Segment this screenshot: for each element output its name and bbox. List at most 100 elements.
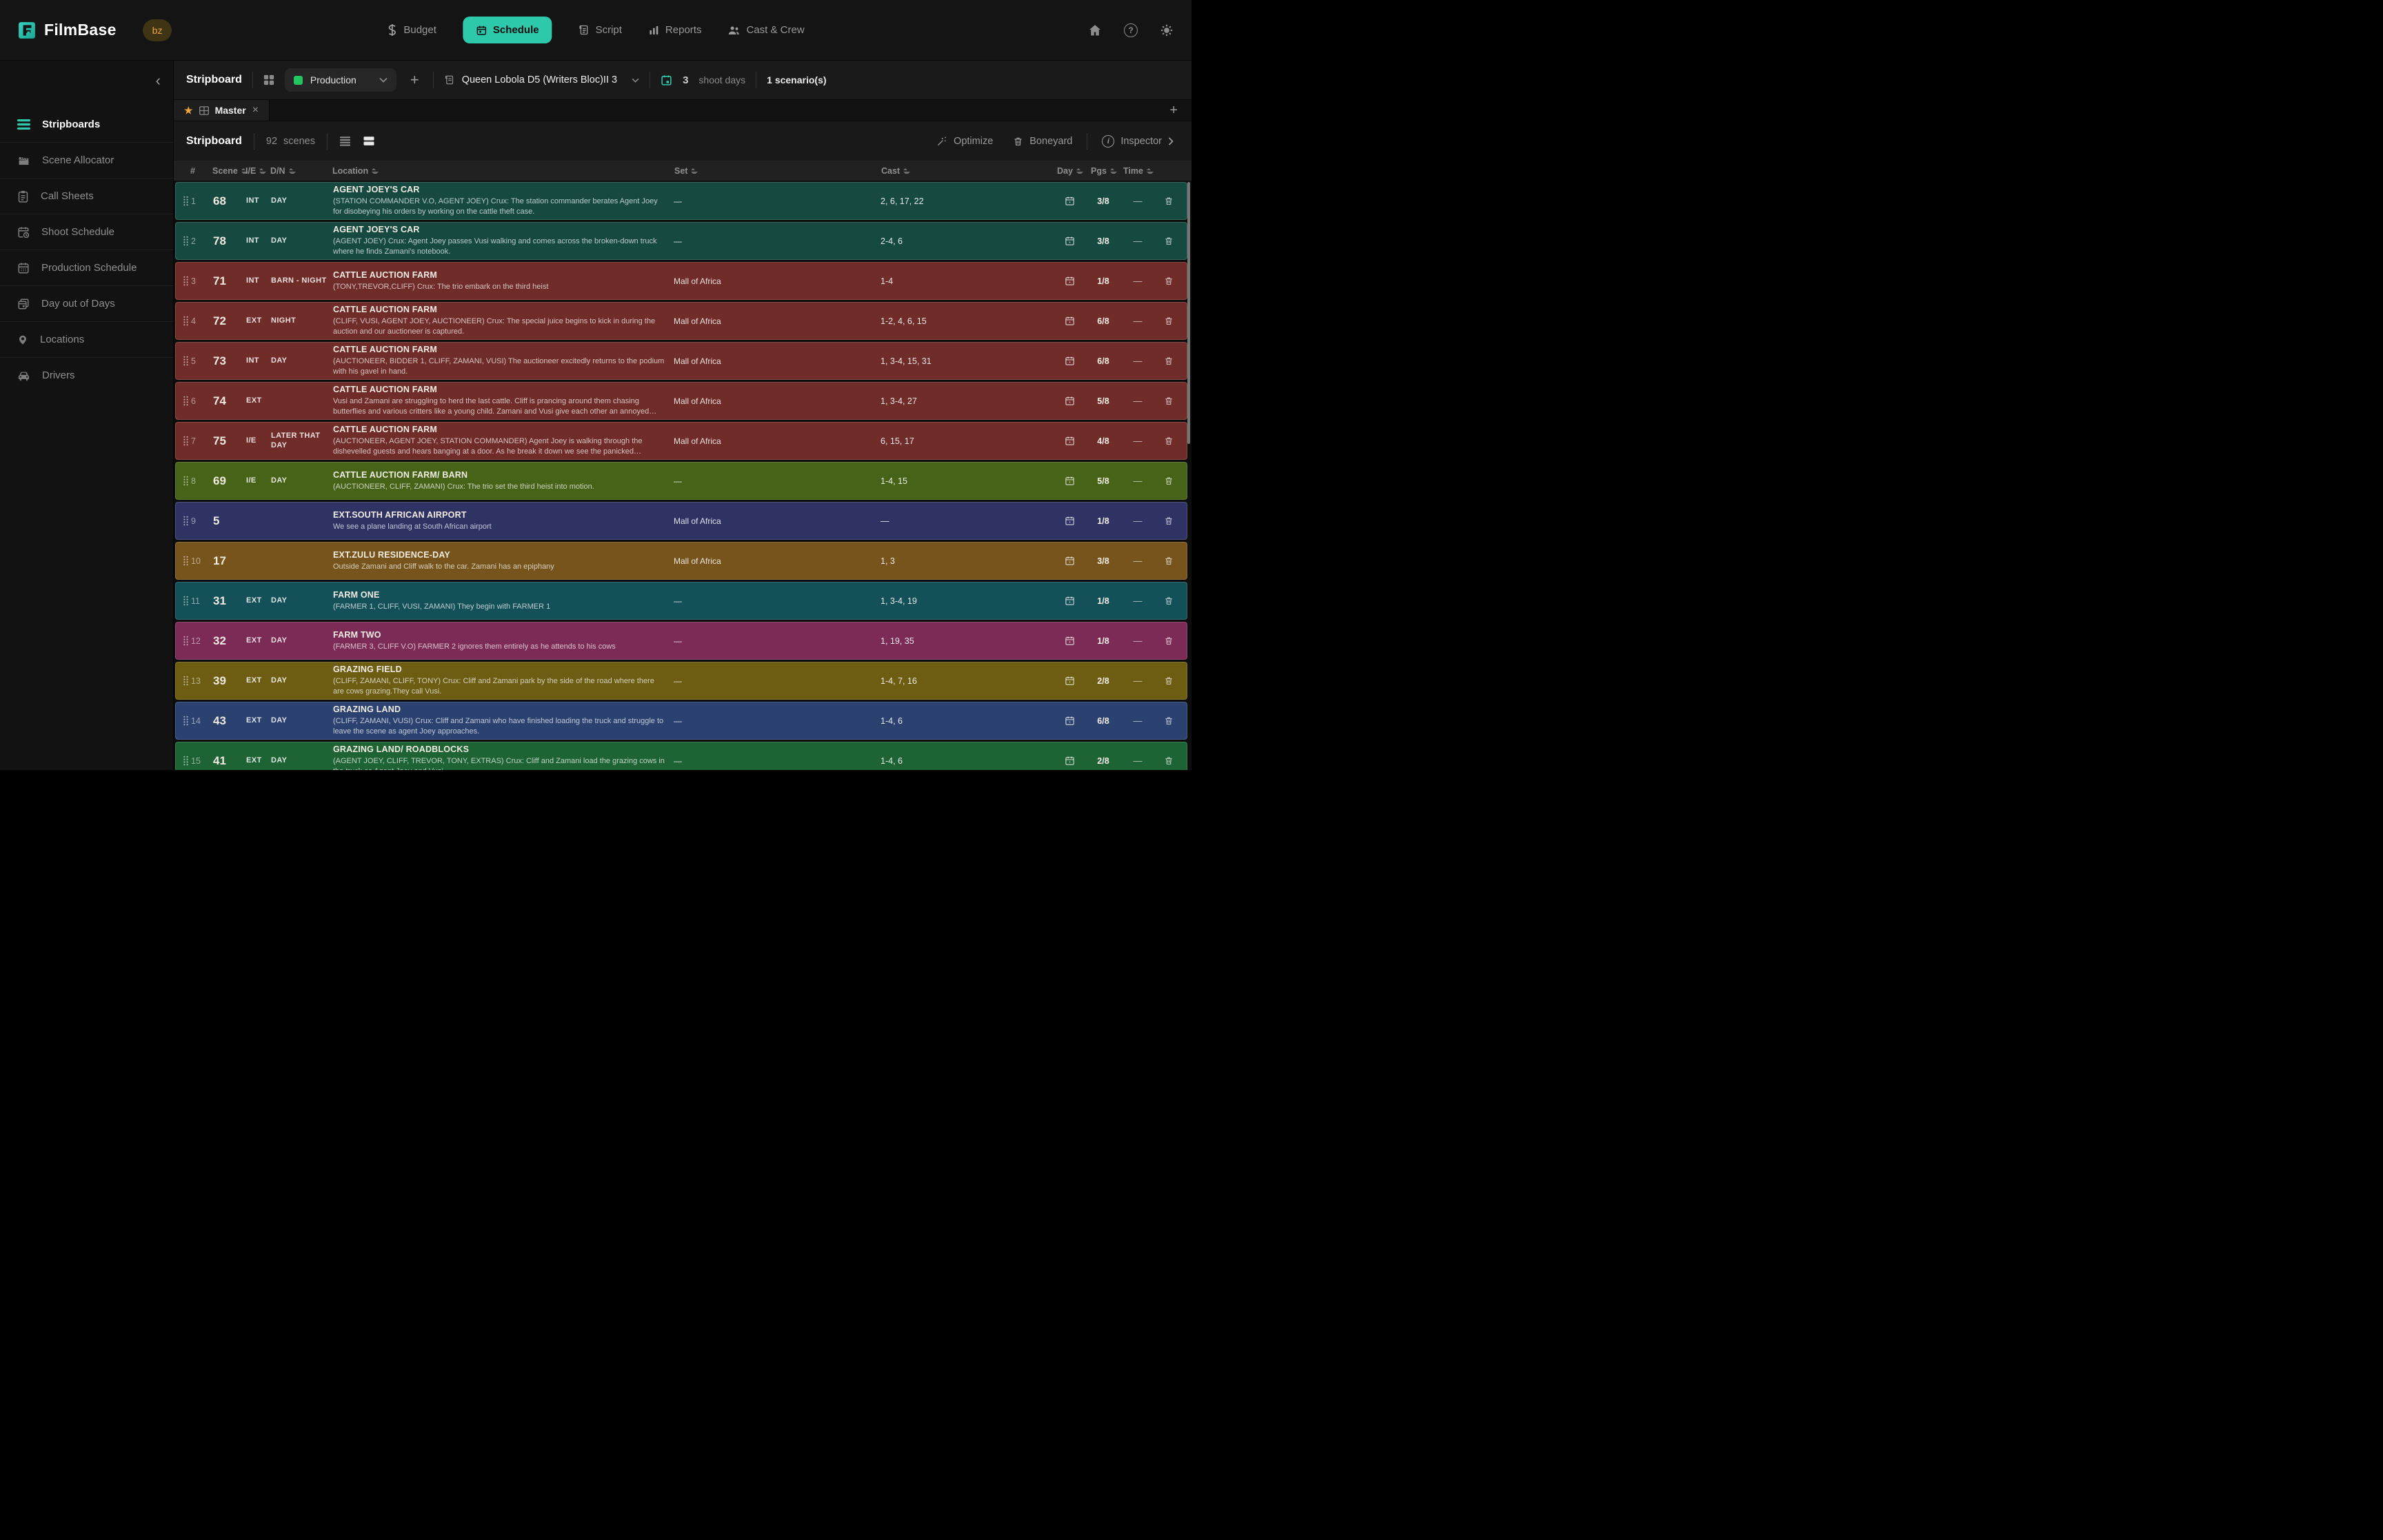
drag-handle-icon[interactable] xyxy=(180,356,191,366)
delete-scene-icon[interactable] xyxy=(1155,716,1183,726)
scenario-count[interactable]: 1 scenario(s) xyxy=(767,74,826,85)
star-icon[interactable]: ★ xyxy=(184,105,193,116)
col-header-time[interactable]: Time xyxy=(1121,166,1156,176)
assign-day-icon[interactable] xyxy=(1053,636,1086,646)
assign-day-icon[interactable] xyxy=(1053,436,1086,446)
assign-day-icon[interactable] xyxy=(1053,676,1086,686)
nav-item-budget[interactable]: Budget xyxy=(387,24,436,36)
help-icon[interactable]: ? xyxy=(1124,23,1138,37)
boneyard-button[interactable]: Boneyard xyxy=(1007,132,1078,151)
close-icon[interactable]: × xyxy=(252,104,259,116)
nav-item-schedule[interactable]: Schedule xyxy=(463,17,552,43)
delete-scene-icon[interactable] xyxy=(1155,636,1183,646)
delete-scene-icon[interactable] xyxy=(1155,676,1183,686)
delete-scene-icon[interactable] xyxy=(1155,596,1183,606)
sidebar-item-scene-allocator[interactable]: Scene Allocator xyxy=(0,142,173,178)
delete-scene-icon[interactable] xyxy=(1155,276,1183,286)
assign-day-icon[interactable] xyxy=(1053,476,1086,486)
drag-handle-icon[interactable] xyxy=(180,396,191,406)
add-tab-button[interactable]: + xyxy=(1169,103,1192,119)
inspector-toggle[interactable]: i Inspector xyxy=(1096,131,1179,152)
scene-strip[interactable]: 9 5 EXT.SOUTH AFRICAN AIRPORT We see a p… xyxy=(175,502,1187,540)
assign-day-icon[interactable] xyxy=(1053,276,1086,286)
scene-strip[interactable]: 5 73 INT DAY CATTLE AUCTION FARM (AUCTIO… xyxy=(175,342,1187,380)
strip-view-icon[interactable] xyxy=(363,136,375,146)
sidebar-item-stripboards[interactable]: Stripboards xyxy=(0,106,173,142)
delete-scene-icon[interactable] xyxy=(1155,356,1183,366)
col-header-ie[interactable]: I/E xyxy=(245,166,270,176)
drag-handle-icon[interactable] xyxy=(180,596,191,606)
delete-scene-icon[interactable] xyxy=(1155,316,1183,326)
user-avatar[interactable]: bz xyxy=(143,19,172,41)
sidebar-item-drivers[interactable]: Drivers xyxy=(0,357,173,393)
col-header-cast[interactable]: Cast xyxy=(881,166,1054,176)
delete-scene-icon[interactable] xyxy=(1155,516,1183,526)
delete-scene-icon[interactable] xyxy=(1155,396,1183,406)
add-board-button[interactable]: + xyxy=(407,72,423,88)
scene-strip[interactable]: 7 75 I/E LATER THAT DAY CATTLE AUCTION F… xyxy=(175,422,1187,460)
sidebar-item-day-out-of-days[interactable]: Day out of Days xyxy=(0,285,173,321)
scene-strip[interactable]: 14 43 EXT DAY GRAZING LAND (CLIFF, ZAMAN… xyxy=(175,702,1187,740)
scene-strip[interactable]: 15 41 EXT DAY GRAZING LAND/ ROADBLOCKS (… xyxy=(175,742,1187,770)
vertical-scrollbar[interactable] xyxy=(1187,182,1190,444)
delete-scene-icon[interactable] xyxy=(1155,436,1183,446)
drag-handle-icon[interactable] xyxy=(180,756,191,766)
drag-handle-icon[interactable] xyxy=(180,436,191,446)
drag-handle-icon[interactable] xyxy=(180,636,191,646)
drag-handle-icon[interactable] xyxy=(180,196,191,206)
sidebar-item-shoot-schedule[interactable]: Shoot Schedule xyxy=(0,214,173,250)
gear-icon[interactable] xyxy=(1160,23,1174,37)
delete-scene-icon[interactable] xyxy=(1155,756,1183,766)
col-header-pgs[interactable]: Pgs xyxy=(1087,166,1121,176)
project-dropdown[interactable]: Queen Lobola D5 (Writers Bloc)II 3 xyxy=(444,74,639,85)
assign-day-icon[interactable] xyxy=(1053,236,1086,246)
sidebar-item-call-sheets[interactable]: Call Sheets xyxy=(0,178,173,214)
scene-strip[interactable]: 3 71 INT BARN - NIGHT CATTLE AUCTION FAR… xyxy=(175,262,1187,300)
tab-master[interactable]: ★ Master × xyxy=(174,100,270,121)
nav-item-reports[interactable]: Reports xyxy=(648,24,702,36)
assign-day-icon[interactable] xyxy=(1053,196,1086,206)
drag-handle-icon[interactable] xyxy=(180,716,191,726)
grid-view-icon[interactable] xyxy=(263,74,274,85)
col-header-day[interactable]: Day xyxy=(1054,166,1087,176)
nav-item-cast-crew[interactable]: Cast & Crew xyxy=(727,24,804,36)
col-header-dn[interactable]: D/N xyxy=(270,166,332,176)
drag-handle-icon[interactable] xyxy=(180,556,191,566)
col-header-location[interactable]: Location xyxy=(332,166,674,176)
drag-handle-icon[interactable] xyxy=(180,276,191,286)
scene-strip[interactable]: 12 32 EXT DAY FARM TWO (FARMER 3, CLIFF … xyxy=(175,622,1187,660)
scene-strip[interactable]: 6 74 EXT CATTLE AUCTION FARM Vusi and Za… xyxy=(175,382,1187,420)
drag-handle-icon[interactable] xyxy=(180,516,191,526)
scene-strip[interactable]: 11 31 EXT DAY FARM ONE (FARMER 1, CLIFF,… xyxy=(175,582,1187,620)
nav-item-script[interactable]: Script xyxy=(579,24,622,36)
list-view-icon[interactable] xyxy=(339,136,351,146)
home-icon[interactable] xyxy=(1088,23,1102,37)
assign-day-icon[interactable] xyxy=(1053,316,1086,326)
drag-handle-icon[interactable] xyxy=(180,236,191,246)
delete-scene-icon[interactable] xyxy=(1155,236,1183,246)
assign-day-icon[interactable] xyxy=(1053,396,1086,406)
drag-handle-icon[interactable] xyxy=(180,316,191,326)
sidebar-collapse-icon[interactable]: ‹ xyxy=(156,73,161,88)
scene-strip[interactable]: 13 39 EXT DAY GRAZING FIELD (CLIFF, ZAMA… xyxy=(175,662,1187,700)
board-type-dropdown[interactable]: Production xyxy=(285,68,396,92)
assign-day-icon[interactable] xyxy=(1053,356,1086,366)
assign-day-icon[interactable] xyxy=(1053,716,1086,726)
scene-strip[interactable]: 8 69 I/E DAY CATTLE AUCTION FARM/ BARN (… xyxy=(175,462,1187,500)
sidebar-item-locations[interactable]: Locations xyxy=(0,321,173,357)
sidebar-item-production-schedule[interactable]: Production Schedule xyxy=(0,250,173,285)
optimize-button[interactable]: Optimize xyxy=(931,132,998,151)
drag-handle-icon[interactable] xyxy=(180,476,191,486)
scene-strip[interactable]: 1 68 INT DAY AGENT JOEY'S CAR (STATION C… xyxy=(175,182,1187,220)
scene-strip[interactable]: 10 17 EXT.ZULU RESIDENCE-DAY Outside Zam… xyxy=(175,542,1187,580)
assign-day-icon[interactable] xyxy=(1053,556,1086,566)
assign-day-icon[interactable] xyxy=(1053,596,1086,606)
assign-day-icon[interactable] xyxy=(1053,756,1086,766)
col-header-scene[interactable]: Scene xyxy=(207,166,245,176)
scene-strip[interactable]: 4 72 EXT NIGHT CATTLE AUCTION FARM (CLIF… xyxy=(175,302,1187,340)
delete-scene-icon[interactable] xyxy=(1155,476,1183,486)
drag-handle-icon[interactable] xyxy=(180,676,191,686)
delete-scene-icon[interactable] xyxy=(1155,196,1183,206)
scene-strip[interactable]: 2 78 INT DAY AGENT JOEY'S CAR (AGENT JOE… xyxy=(175,222,1187,260)
col-header-set[interactable]: Set xyxy=(674,166,881,176)
